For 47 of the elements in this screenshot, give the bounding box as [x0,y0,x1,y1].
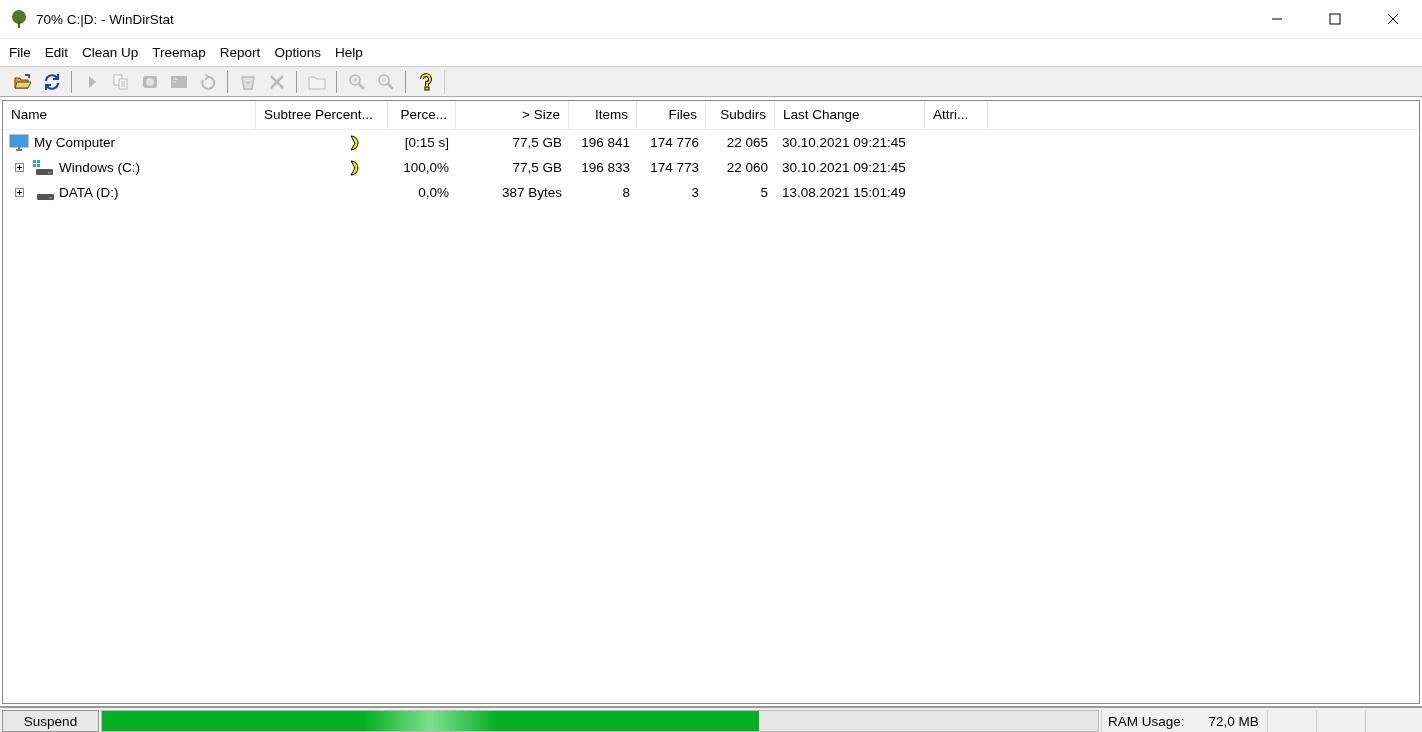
column-header[interactable]: Attri... [925,101,988,129]
column-header[interactable]: Last Change [775,101,925,129]
table-cell-text: [0:15 s] [403,135,450,150]
table-cell-text: 174 773 [649,160,700,175]
monitor-icon [9,133,29,152]
drive-icon [32,158,54,177]
menu-item[interactable]: Edit [37,41,76,63]
menu-item[interactable]: Help [327,41,370,63]
table-cell-text: 22 065 [725,135,769,150]
table-cell-text: 387 Bytes [500,185,563,200]
tree-item[interactable]: My Computer [34,135,116,150]
drive-icon [37,193,54,200]
column-header[interactable]: > Size [456,101,569,129]
table-cell-text: 77,5 GB [511,160,563,175]
menu-item[interactable]: Treemap [145,41,213,63]
table-cell-text: 5 [759,185,769,200]
table-cell-text: 30.10.2021 09:21:45 [781,135,907,150]
ram-label: RAM Usage: [1108,713,1185,729]
menu-item[interactable]: File [2,41,38,63]
tree-item[interactable]: Windows (C:) [59,160,140,175]
table-cell-text: 8 [621,185,631,200]
table-cell-text: 13.08.2021 15:01:49 [781,185,907,200]
suspend-button[interactable]: Suspend [2,710,99,732]
column-header[interactable]: Files [637,101,706,129]
column-header[interactable]: Subdirs [706,101,775,129]
table-cell-text: 30.10.2021 09:21:45 [781,160,907,175]
expand-icon[interactable] [15,163,24,172]
menu-item[interactable]: Clean Up [75,41,146,63]
column-header[interactable]: Subtree Percent... [256,101,388,129]
window-title: 70% C:|D: - WinDirStat [36,11,175,27]
column-header[interactable]: Items [569,101,637,129]
table-cell-text: 0,0% [417,185,450,200]
ram-value: 72,0 MB [1208,713,1259,729]
table-cell-text: 196 841 [580,135,631,150]
column-header[interactable]: Name [3,101,256,129]
table-cell-text: 3 [690,185,700,200]
expand-icon[interactable] [15,188,24,197]
menu-item[interactable]: Report [212,41,268,63]
table-cell-text: 196 833 [580,160,631,175]
tree-item[interactable]: DATA (D:) [59,185,119,200]
table-cell-text: 22 060 [725,160,769,175]
table-cell-text: 100,0% [402,160,450,175]
tree-icon [10,10,28,28]
menu-item[interactable]: Options [267,41,328,63]
column-header[interactable]: Perce... [388,101,456,129]
table-cell-text: 77,5 GB [511,135,563,150]
table-cell-text: 174 776 [649,135,700,150]
